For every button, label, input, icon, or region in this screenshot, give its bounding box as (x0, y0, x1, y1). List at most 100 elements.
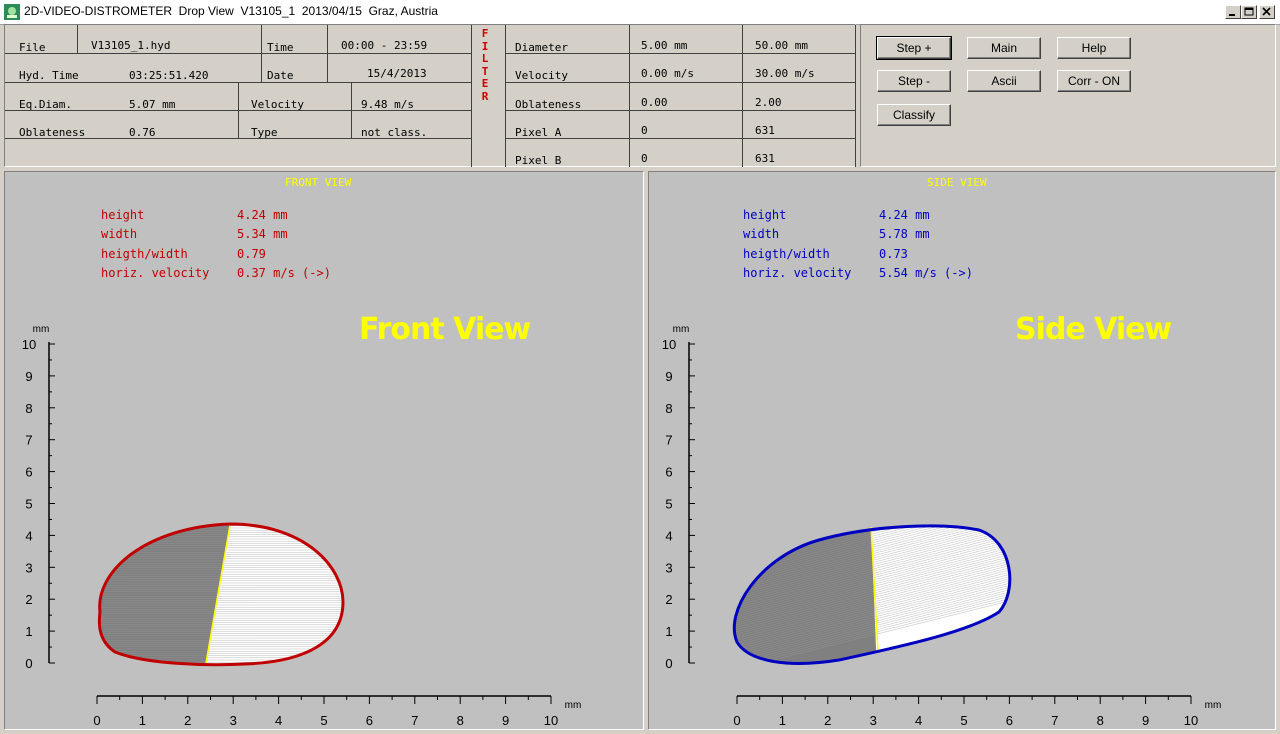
maximize-button[interactable] (1241, 5, 1257, 19)
filter-diameter-max: 50.00 mm (755, 39, 808, 52)
filter-diameter-min: 5.00 mm (641, 39, 688, 52)
x-tick-label: 3 (870, 713, 877, 728)
y-tick-label: 0 (25, 656, 32, 671)
y-tick-label: 10 (22, 337, 36, 352)
side-stat-velocity-value: 5.54 m/s (->) (879, 266, 973, 280)
hatch-line (734, 525, 1010, 539)
y-tick-label: 1 (25, 624, 32, 639)
x-tick-label: 9 (1142, 713, 1149, 728)
filter-letter: L (481, 52, 489, 65)
x-tick-label: 6 (366, 713, 373, 728)
y-tick-label: 9 (665, 369, 672, 384)
y-tick-label: 0 (665, 656, 672, 671)
y-tick-label: 2 (25, 592, 32, 607)
x-unit-label: mm (565, 700, 582, 711)
hatch-line (734, 525, 1010, 530)
main-button[interactable]: Main (967, 37, 1041, 59)
front-view-panel: 0 1 2 3 4 5 6 7 8 9 10 mm 0 1 2 3 4 5 6 7 8 9 10 mm FRONT VIEW … (4, 171, 644, 730)
close-button[interactable] (1259, 5, 1275, 19)
classify-button[interactable]: Classify (877, 104, 951, 126)
front-stat-ratio-label: heigth/width (101, 247, 188, 261)
x-tick-label: 9 (502, 713, 509, 728)
step-minus-button[interactable]: Step - (877, 70, 951, 92)
x-tick-label: 0 (93, 713, 100, 728)
y-tick-label: 2 (665, 592, 672, 607)
y-tick-label: 5 (25, 497, 32, 512)
oblateness-label: Oblateness (19, 126, 86, 139)
minimize-icon (1229, 14, 1235, 16)
hatch-line (734, 525, 1010, 534)
info-panel: File V13105_1.hyd Time 00:00 - 23:59 Hyd… (4, 24, 856, 167)
file-value: V13105_1.hyd (91, 39, 171, 52)
y-tick-label: 1 (665, 624, 672, 639)
filter-pixela-label: Pixel A (515, 126, 562, 139)
x-tick-label: 2 (184, 713, 191, 728)
hatch-line (734, 525, 1010, 528)
filter-pixelb-max: 631 (755, 152, 775, 165)
front-stat-ratio-value: 0.79 (237, 247, 266, 261)
front-stat-width-value: 5.34 mm (237, 227, 288, 241)
filter-letter: R (481, 89, 489, 103)
front-stat-height-label: height (101, 208, 145, 222)
time-label: Time (267, 41, 294, 54)
type-value: not class. (361, 126, 428, 139)
filter-diameter-label: Diameter (515, 41, 568, 54)
x-tick-label: 1 (779, 713, 786, 728)
y-tick-label: 5 (665, 497, 672, 512)
oblateness-value: 0.76 (129, 126, 156, 139)
filter-velocity-max: 30.00 m/s (755, 67, 815, 80)
velocity-label: Velocity (251, 98, 304, 111)
front-view-title: FRONT VIEW (285, 176, 352, 189)
window-title: 2D-VIDEO-DISTROMETER Drop View V13105_1 … (24, 4, 438, 18)
y-tick-label: 4 (25, 528, 32, 543)
x-tick-label: 10 (544, 713, 558, 728)
filter-pixela-max: 631 (755, 124, 775, 137)
filter-velocity-label: Velocity (515, 69, 568, 82)
x-unit-label: mm (1205, 700, 1222, 711)
x-tick-label: 2 (824, 713, 831, 728)
x-tick-label: 4 (275, 713, 282, 728)
y-tick-label: 9 (25, 369, 32, 384)
close-icon (1262, 7, 1271, 16)
x-tick-label: 1 (139, 713, 146, 728)
x-tick-label: 8 (1097, 713, 1104, 728)
front-stat-height-value: 4.24 mm (237, 208, 288, 222)
side-stat-width-label: width (743, 227, 780, 241)
y-tick-label: 6 (25, 465, 32, 480)
y-unit-label: mm (33, 324, 50, 335)
side-stat-ratio-label: heigth/width (743, 247, 830, 261)
corr-button[interactable]: Corr - ON (1057, 70, 1131, 92)
side-stat-height-label: height (743, 208, 787, 222)
help-button[interactable]: Help (1057, 37, 1131, 59)
eqdiam-label: Eq.Diam. (19, 98, 72, 111)
x-tick-label: 7 (411, 713, 418, 728)
ascii-button[interactable]: Ascii (967, 70, 1041, 92)
minimize-button[interactable] (1225, 5, 1241, 19)
y-tick-label: 10 (662, 337, 676, 352)
y-unit-label: mm (673, 324, 690, 335)
y-tick-label: 4 (665, 528, 672, 543)
type-label: Type (251, 126, 278, 139)
x-tick-label: 3 (230, 713, 237, 728)
filter-oblateness-max: 2.00 (755, 96, 782, 109)
hatch-line (734, 525, 1010, 541)
file-label: File (19, 41, 46, 54)
filter-velocity-min: 0.00 m/s (641, 67, 694, 80)
time-value: 00:00 - 23:59 (341, 39, 428, 52)
y-tick-label: 7 (665, 433, 672, 448)
hydtime-value: 03:25:51.420 (129, 69, 209, 82)
drop-fill (734, 525, 1010, 664)
x-tick-label: 7 (1051, 713, 1058, 728)
y-tick-label: 3 (25, 560, 32, 575)
side-stat-height-value: 4.24 mm (879, 208, 930, 222)
hydtime-label: Hyd. Time (19, 69, 79, 82)
side-stat-velocity-label: horiz. velocity (743, 266, 852, 280)
button-panel: Step + Main Help Step - Ascii Corr - ON … (860, 24, 1276, 167)
y-tick-label: 3 (665, 560, 672, 575)
x-tick-label: 5 (960, 713, 967, 728)
filter-letter: E (481, 77, 489, 90)
filter-pixela-min: 0 (641, 124, 648, 137)
side-stat-width-value: 5.78 mm (879, 227, 930, 241)
side-stat-ratio-value: 0.73 (879, 247, 908, 261)
step-plus-button[interactable]: Step + (876, 36, 952, 60)
